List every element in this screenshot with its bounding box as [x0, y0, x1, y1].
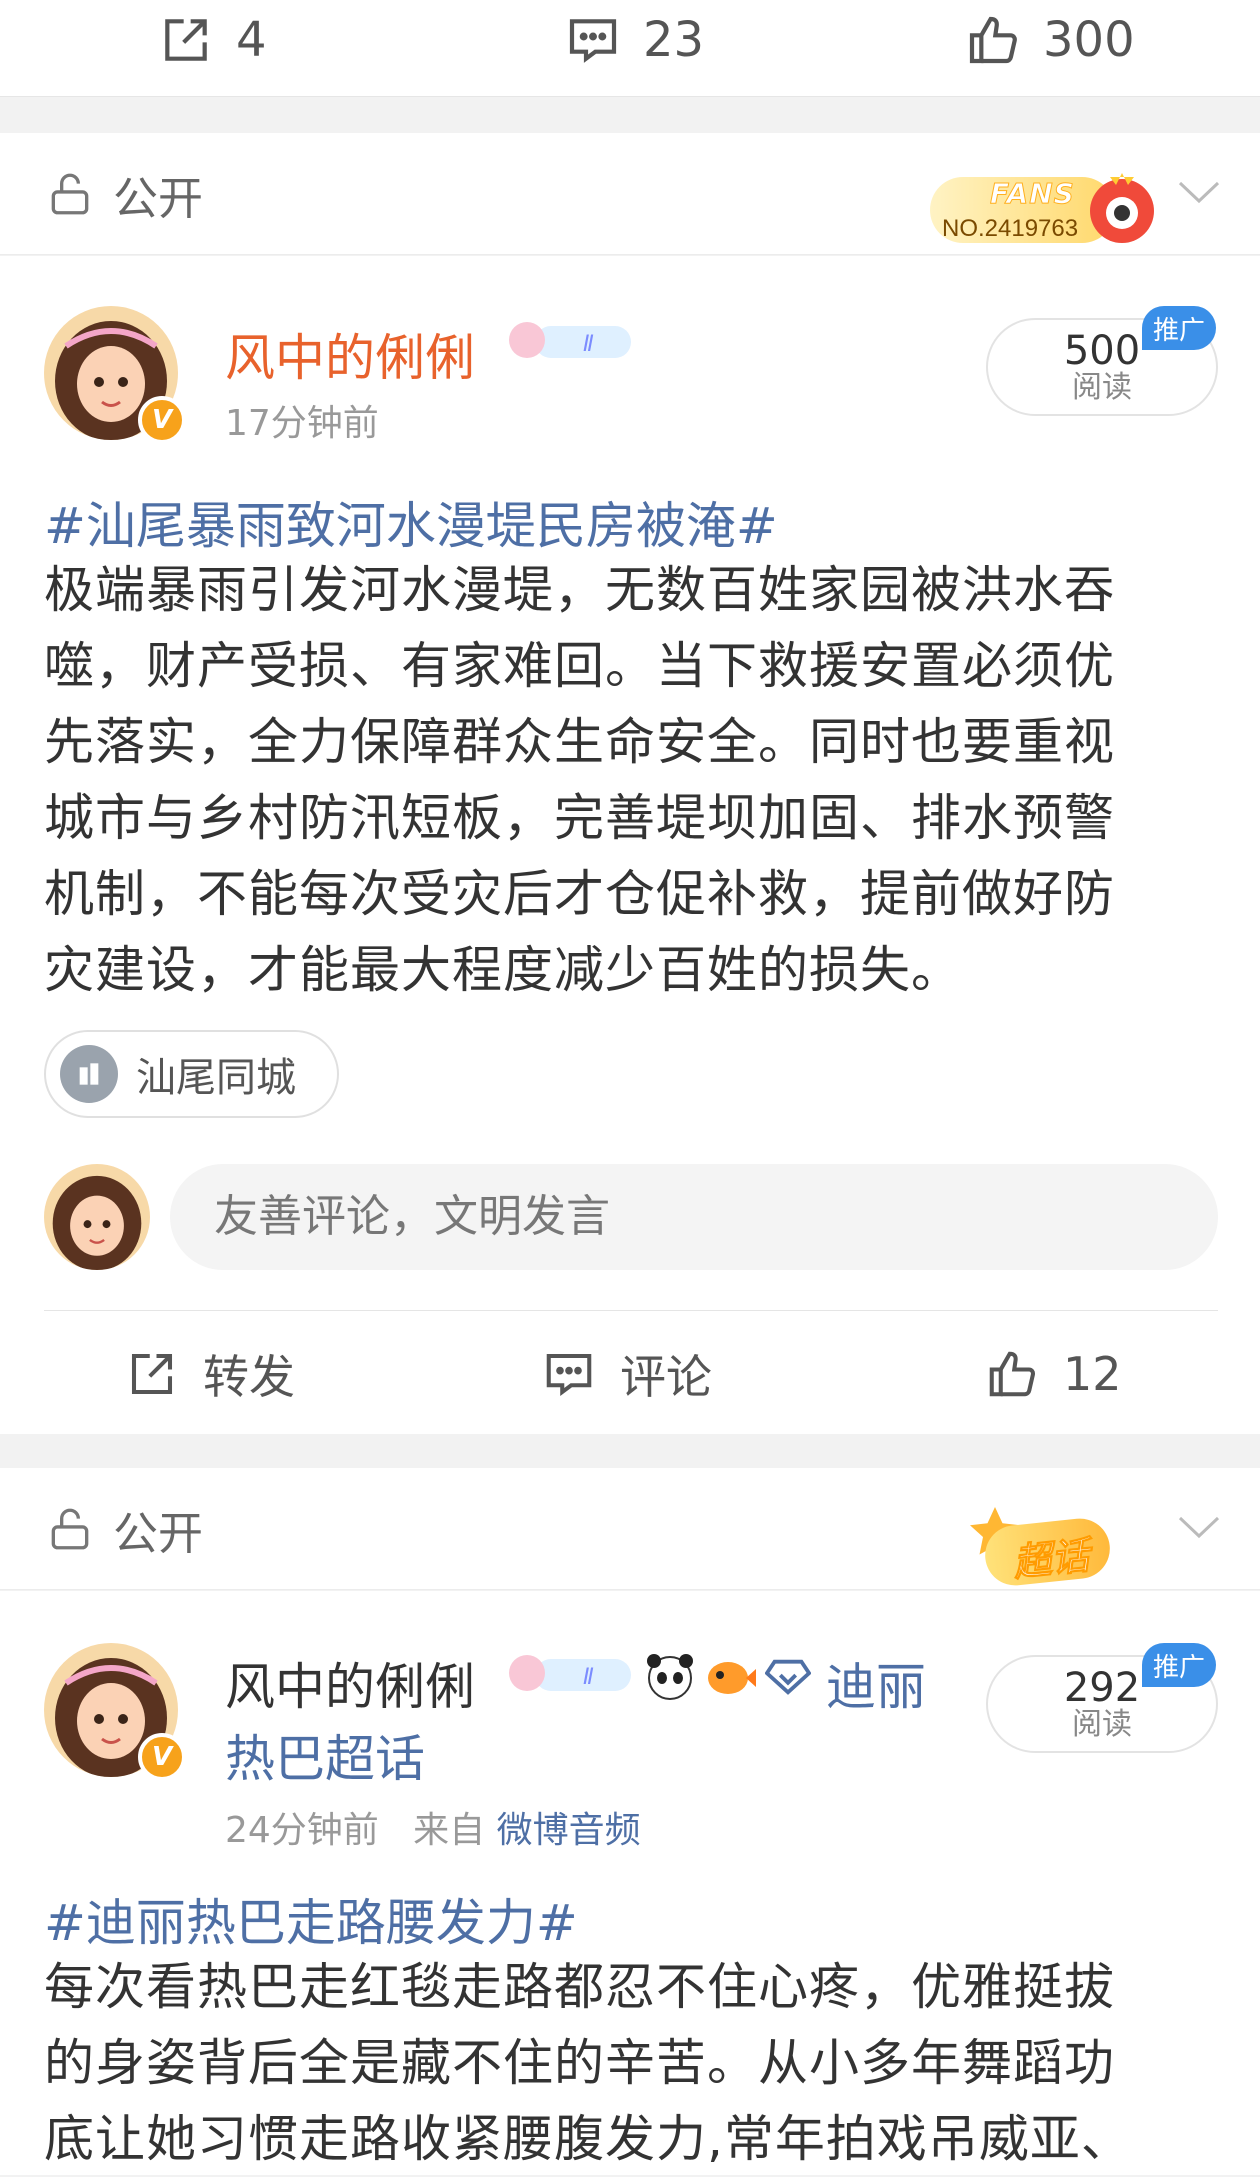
level-badge-icon: Ⅱ — [509, 1655, 631, 1691]
ad-tag: 推广 — [1142, 1643, 1216, 1687]
previous-post-action-bar: 4 23 300 — [0, 0, 1260, 97]
chevron-down-icon[interactable] — [1174, 173, 1224, 213]
comment-icon — [546, 1353, 592, 1397]
mascot-icon — [1090, 173, 1154, 243]
post-body: 每次看热巴走红毯走路都忍不住心疼，优雅挺拔 的身姿背后全是藏不住的辛苦。从小多年… — [44, 1958, 1132, 2168]
like-action[interactable]: 300 — [965, 0, 1135, 80]
source-link[interactable]: 微博音频 — [497, 1810, 641, 1851]
supertopic-link[interactable]: 迪丽 — [826, 1647, 926, 1719]
unlock-icon — [51, 173, 89, 215]
comment-action[interactable]: 23 — [565, 0, 704, 80]
chevron-down-icon[interactable] — [1174, 1508, 1224, 1548]
supertopic-badge[interactable]: 超话 — [965, 1502, 1155, 1597]
thumbs-up-icon — [969, 16, 1017, 64]
ad-tag: 推广 — [1142, 306, 1216, 350]
diamond-icon — [765, 1659, 811, 1695]
comment-icon — [569, 19, 617, 63]
panda-icon — [647, 1654, 693, 1700]
topic-hashtag[interactable]: #汕尾暴雨致河水漫堤民房被淹# — [44, 486, 778, 558]
my-avatar[interactable] — [44, 1164, 150, 1270]
fans-badge[interactable]: FANS NO.2419763 — [930, 163, 1170, 253]
repost-icon — [131, 1353, 173, 1395]
repost-button[interactable]: 转发 — [125, 1334, 295, 1414]
repost-icon — [165, 19, 207, 61]
comment-button[interactable]: 评论 — [542, 1334, 712, 1414]
location-tag[interactable]: 汕尾同城 — [44, 1030, 339, 1118]
unlock-icon — [51, 1508, 89, 1550]
topic-hashtag[interactable]: #迪丽热巴走路腰发力# — [44, 1883, 578, 1955]
post1-visibility-row: 公开 FANS NO.2419763 — [0, 133, 1260, 255]
comment-count: 23 — [643, 12, 705, 68]
level-text: Ⅱ — [583, 332, 594, 357]
visibility-label[interactable]: 公开 — [45, 133, 203, 255]
thumbs-up-icon — [989, 1351, 1036, 1397]
supertopic-link-cont[interactable]: 热巴超话 — [225, 1719, 425, 1791]
post1-card: V 风中的俐俐 Ⅱ 17分钟前 推广 500 阅读 #汕尾暴雨致河水漫堤民房被淹… — [0, 256, 1260, 1434]
repost-action[interactable]: 4 — [158, 0, 267, 80]
fish-icon — [708, 1662, 756, 1694]
visibility-label[interactable]: 公开 — [45, 1468, 203, 1590]
level-badge-icon: Ⅱ — [509, 322, 631, 358]
read-count-box[interactable]: 推广 500 阅读 — [986, 306, 1218, 416]
like-count: 300 — [1043, 12, 1135, 68]
post-time: 17分钟前 — [225, 403, 379, 444]
like-button[interactable]: 12 — [985, 1334, 1122, 1414]
read-label: 阅读 — [1072, 370, 1132, 405]
level-text: Ⅱ — [583, 1665, 594, 1690]
username[interactable]: 风中的俐俐 — [225, 318, 475, 390]
read-count-box[interactable]: 推广 292 阅读 — [986, 1643, 1218, 1753]
repost-count: 4 — [236, 12, 267, 68]
read-label: 阅读 — [1072, 1707, 1132, 1742]
divider — [44, 1310, 1218, 1311]
comment-input[interactable]: 友善评论，文明发言 — [170, 1164, 1218, 1270]
avatar-image — [44, 1164, 150, 1270]
post-body: 极端暴雨引发河水漫堤，无数百姓家园被洪水吞 噬，财产受损、有家难回。当下救援安置… — [44, 561, 1115, 999]
username[interactable]: 风中的俐俐 — [225, 1647, 475, 1719]
verified-badge-icon: V — [138, 1733, 186, 1781]
post-time-source: 24分钟前 来自 微博音频 — [225, 1810, 641, 1851]
post2-card: V 风中的俐俐 Ⅱ 迪丽 热巴超话 24分钟前 来自 微博音频 推广 292 阅… — [0, 1591, 1260, 2175]
building-icon — [60, 1045, 118, 1103]
verified-badge-icon: V — [138, 396, 186, 444]
